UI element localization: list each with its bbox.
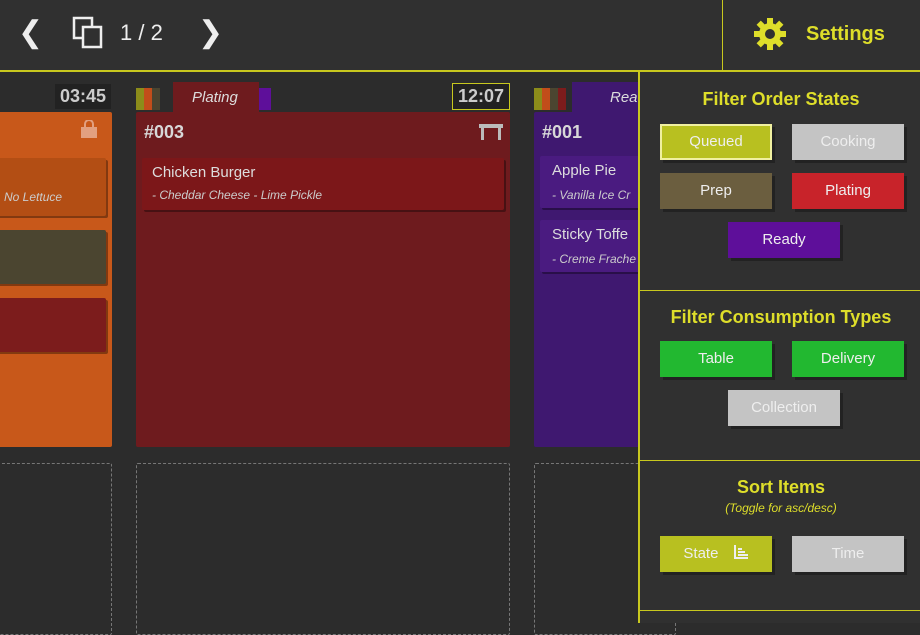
top-bar: ❮ 1 / 2 ❯ Settings — [0, 0, 920, 72]
order-card[interactable]: #003 Chicken Burger - Cheddar Cheese - L… — [136, 112, 510, 447]
filter-order-states: Filter Order States Queued Cooking Prep … — [640, 72, 920, 291]
order-item[interactable]: No Lettuce — [0, 158, 106, 216]
item-modifiers: - Cheddar Cheese - Lime Pickle — [152, 188, 323, 202]
empty-slot — [136, 463, 510, 635]
filter-prep-button[interactable]: Prep — [660, 173, 772, 209]
section-title: Sort Items — [736, 477, 826, 497]
sort-items: Sort Items (Toggle for asc/desc) State T… — [640, 460, 920, 611]
state-stripes — [534, 88, 566, 110]
item-modifiers: No Lettuce — [4, 190, 63, 204]
filter-consumption-types: Filter Consumption Types Table Delivery … — [640, 290, 920, 461]
filter-table-button[interactable]: Table — [660, 341, 772, 377]
sort-time-button[interactable]: Time — [792, 536, 904, 572]
item-name: Apple Pie — [552, 162, 617, 179]
filter-cooking-button[interactable]: Cooking — [792, 124, 904, 160]
item-name: Chicken Burger — [152, 164, 256, 181]
bag-icon — [81, 120, 97, 138]
page-indicator: 1 / 2 — [120, 20, 163, 45]
order-item[interactable] — [0, 298, 106, 352]
filter-delivery-button[interactable]: Delivery — [792, 341, 904, 377]
order-card[interactable]: #001 Apple Pie - Vanilla Ice Cr Sticky T… — [534, 112, 674, 447]
chevron-left-icon[interactable]: ❮ — [18, 18, 43, 48]
filter-ready-button[interactable]: Ready — [728, 222, 840, 258]
sort-state-label: State — [683, 545, 719, 562]
settings-button[interactable]: Settings — [722, 0, 920, 70]
section-title: Filter Consumption Types — [670, 307, 892, 327]
order-card[interactable]: No Lettuce — [0, 112, 112, 447]
filter-queued-button[interactable]: Queued — [660, 124, 772, 160]
filter-collection-button[interactable]: Collection — [728, 390, 840, 426]
section-title: Filter Order States — [702, 89, 860, 109]
chevron-right-icon[interactable]: ❯ — [198, 18, 223, 48]
item-modifiers: - Creme Frache — [552, 252, 637, 266]
order-item[interactable]: Chicken Burger - Cheddar Cheese - Lime P… — [142, 158, 504, 210]
empty-slot — [0, 463, 112, 635]
state-stripe-ready — [259, 88, 271, 110]
state-tab: Plating — [173, 82, 259, 112]
section-subtitle: (Toggle for asc/desc) — [725, 501, 837, 515]
gear-icon — [754, 18, 786, 50]
item-name: Sticky Toffe — [552, 226, 629, 243]
pages-icon — [72, 16, 103, 49]
order-number: #003 — [144, 122, 185, 142]
state-stripes — [136, 88, 160, 110]
item-modifiers: - Vanilla Ice Cr — [552, 188, 631, 202]
order-item[interactable] — [0, 230, 106, 284]
settings-panel: Filter Order States Queued Cooking Prep … — [638, 72, 920, 623]
filter-plating-button[interactable]: Plating — [792, 173, 904, 209]
order-timer: 12:07 — [452, 83, 511, 110]
order-number: #001 — [542, 122, 583, 142]
settings-label: Settings — [806, 23, 885, 45]
sort-state-button[interactable]: State — [660, 536, 772, 572]
sort-bars-icon — [733, 545, 748, 559]
state-label: Plating — [192, 89, 238, 106]
order-timer: 03:45 — [55, 84, 112, 109]
table-icon — [479, 124, 503, 140]
